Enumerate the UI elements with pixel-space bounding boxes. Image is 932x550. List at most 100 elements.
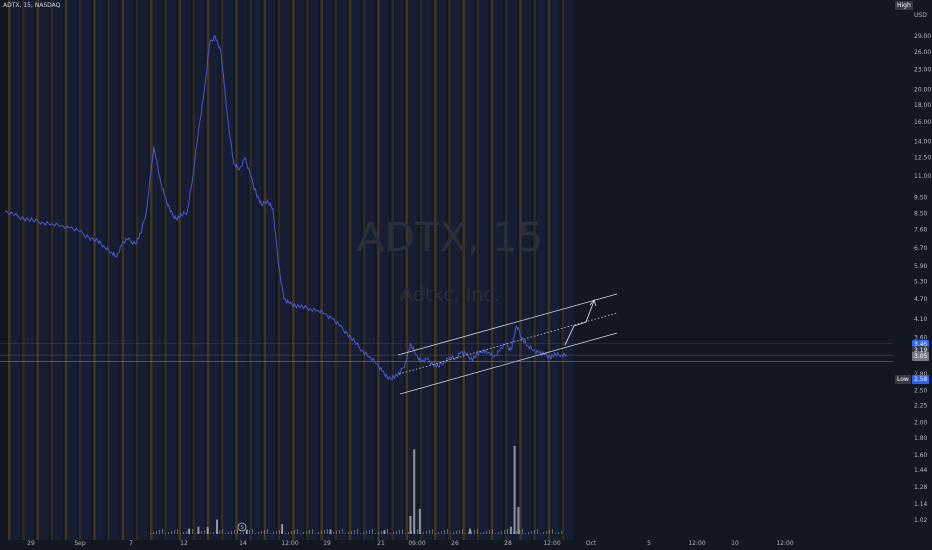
volume-bar [546, 531, 547, 534]
volume-bar [469, 528, 471, 534]
session-stripe [50, 0, 54, 540]
session-band [479, 0, 489, 540]
session-band [337, 0, 347, 540]
volume-bar [342, 529, 343, 534]
y-tick-label: 1.02 [914, 517, 928, 524]
volume-bar [453, 532, 454, 534]
session-stripe [36, 0, 39, 540]
high-badge[interactable]: High [895, 1, 913, 10]
session-stripe [249, 0, 252, 540]
volume-bar [270, 533, 271, 534]
volume-bar [156, 531, 157, 534]
symbol-title[interactable]: ADTX, 15, NASDAQ [3, 2, 60, 9]
volume-bar [528, 532, 529, 534]
session-stripe [434, 0, 437, 540]
volume-bar [303, 532, 304, 534]
volume-bar [165, 533, 166, 534]
y-tick-label: 1.80 [914, 435, 928, 442]
x-tick-label: 14 [239, 540, 247, 547]
volume-bar [210, 533, 211, 534]
volume-bar [483, 532, 484, 534]
volume-bar [321, 531, 322, 534]
y-tick-label: 16.00 [914, 119, 931, 126]
volume-bar [171, 531, 172, 534]
x-tick-label: 09:00 [408, 540, 425, 547]
volume-bar [552, 529, 553, 534]
volume-bar [495, 533, 496, 534]
y-tick-label: 4.70 [914, 296, 928, 303]
low-value-badge: 2.58 [912, 375, 930, 384]
volume-bar [288, 532, 289, 534]
volume-bar [558, 532, 559, 534]
session-stripe [363, 0, 366, 540]
session-band [252, 0, 262, 540]
session-band [465, 0, 475, 540]
volume-bar [237, 529, 238, 534]
x-tick-label: 10 [731, 540, 739, 547]
volume-bar [255, 533, 256, 534]
volume-bar [276, 531, 277, 534]
volume-bar [309, 530, 310, 534]
session-band [564, 0, 574, 540]
price-chart[interactable]: 29.00 26.00 23.00 20.00 18.00 16.00 14.00 12.50… [0, 0, 932, 550]
volume-bar [429, 530, 430, 534]
y-tick-label: 7.60 [914, 227, 928, 234]
volume-bar [522, 529, 523, 534]
y-tick-label: 14.00 [914, 138, 931, 145]
volume-bar [192, 529, 193, 534]
volume-bar [222, 529, 223, 534]
svg-text:S: S [241, 525, 244, 531]
volume-bar [381, 531, 382, 534]
y-tick-label: 2.50 [914, 387, 928, 394]
y-tick-label: 20.00 [914, 87, 931, 94]
volume-bar [315, 533, 316, 534]
volume-bar [306, 531, 307, 534]
volume-bar [420, 533, 421, 534]
volume-bar [480, 533, 481, 534]
volume-bar [369, 530, 370, 534]
session-band [110, 0, 120, 540]
volume-bar [486, 531, 487, 534]
session-band [522, 0, 532, 540]
volume-bar [345, 533, 346, 534]
volume-bar [366, 531, 367, 534]
volume-bar [549, 530, 550, 534]
session-stripe [547, 0, 551, 540]
volume-bar [417, 529, 418, 534]
session-stripe [263, 0, 267, 540]
volume-bar [413, 449, 416, 534]
volume-bar [474, 530, 475, 534]
low-badge[interactable]: Low [895, 375, 911, 384]
volume-bar [450, 533, 451, 534]
session-band [408, 0, 418, 540]
x-tick-label: 12:00 [688, 540, 705, 547]
volume-bar [414, 530, 415, 534]
x-tick-label: 12 [180, 540, 188, 547]
session-stripe [448, 0, 451, 540]
y-tick-label: 18.00 [914, 102, 931, 109]
volume-bar [456, 531, 457, 534]
session-band [138, 0, 148, 540]
session-band [181, 0, 191, 540]
volume-bar [258, 532, 259, 534]
session-stripe [334, 0, 338, 540]
session-stripe [79, 0, 82, 540]
volume-bar [534, 530, 535, 534]
x-tick-label: 29 [27, 540, 35, 547]
volume-bar [375, 533, 376, 534]
volume-bar [501, 531, 502, 534]
session-band [153, 0, 162, 540]
volume-bar [297, 529, 298, 534]
volume-bar [402, 529, 403, 534]
volume-bar [519, 530, 520, 534]
volume-bar [264, 530, 265, 534]
y-tick-label: 2.25 [914, 403, 928, 410]
volume-bar [357, 529, 358, 534]
volume-bar [477, 529, 478, 534]
volume-bar [249, 530, 250, 534]
session-stripe [533, 0, 536, 540]
session-stripe [306, 0, 309, 540]
volume-bar [555, 533, 556, 534]
volume-bar [468, 532, 469, 534]
x-tick-label: Sep [74, 540, 86, 547]
